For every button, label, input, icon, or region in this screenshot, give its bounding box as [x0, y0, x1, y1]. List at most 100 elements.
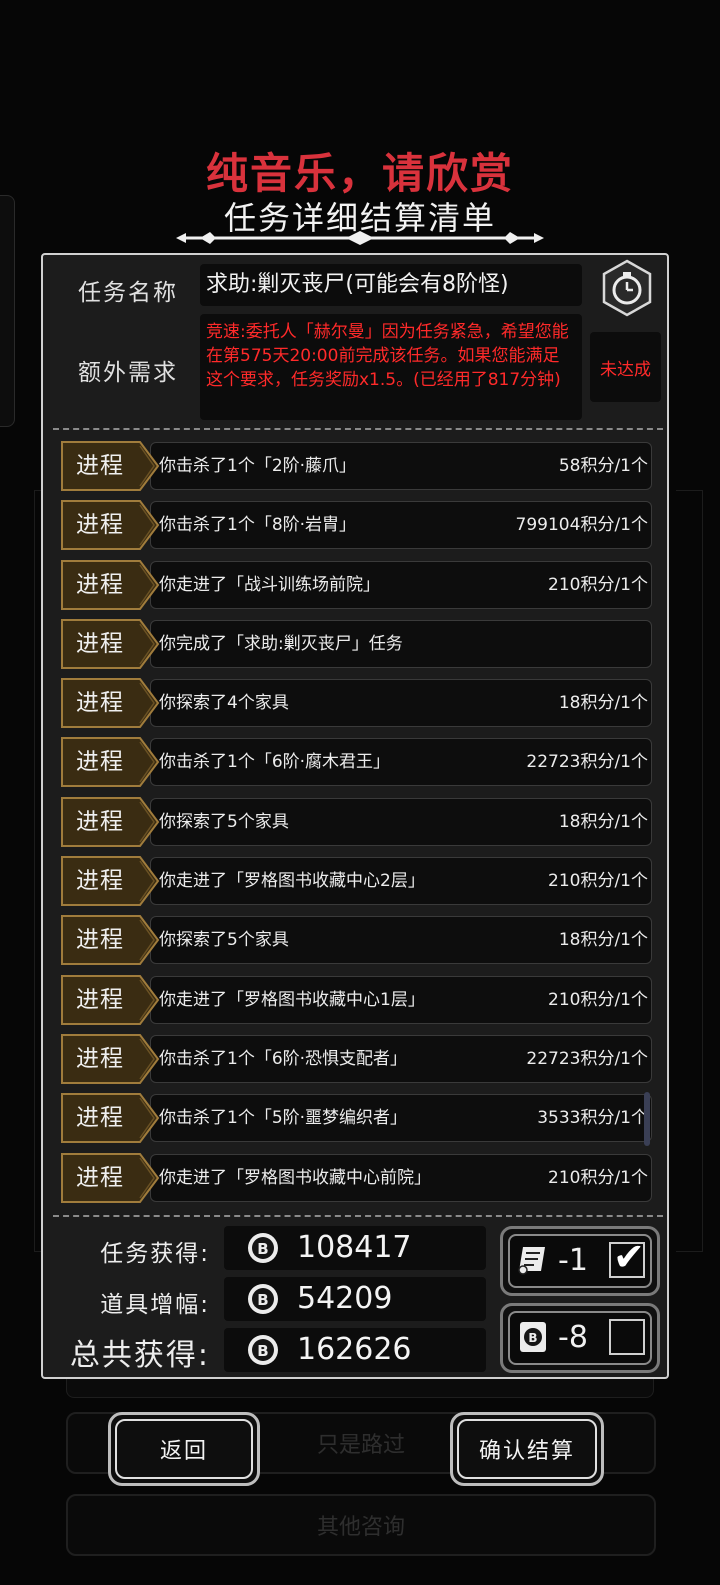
progress-score: 799104积分/1个 — [515, 515, 648, 536]
progress-tag: 进程 — [60, 559, 160, 611]
scroll-item-toggle[interactable]: -1 ✔ — [500, 1226, 660, 1296]
progress-tag: 进程 — [60, 1152, 160, 1204]
progress-text: 你击杀了1个「2阶·藤爪」 — [159, 456, 357, 476]
extra-requirement-text: 竞速:委托人「赫尔曼」因为任务紧急，希望您能在第575天20:00前完成该任务。… — [200, 314, 582, 420]
divider-bottom — [53, 1215, 663, 1217]
total-reward-value: 162626 — [297, 1332, 412, 1367]
progress-text: 你探索了5个家具 — [159, 930, 289, 951]
progress-tag-label: 进程 — [76, 868, 124, 895]
confirm-button-label: 确认结算 — [457, 1419, 597, 1479]
progress-tag-label: 进程 — [76, 927, 124, 954]
check-icon: ✔ — [613, 1235, 645, 1279]
progress-score: 58积分/1个 — [558, 456, 648, 476]
progress-tag-label: 进程 — [76, 630, 124, 657]
total-reward-box: B 162626 — [224, 1328, 486, 1372]
card-item-toggle[interactable]: B -8 — [500, 1303, 660, 1373]
total-reward-label: 总共获得: — [69, 1338, 210, 1373]
requirement-status: 未达成 — [590, 332, 661, 402]
progress-tag-label: 进程 — [76, 512, 124, 539]
scroll-icon — [518, 1247, 545, 1275]
progress-text: 你击杀了1个「6阶·腐木君王」 — [159, 752, 391, 773]
progress-score: 210积分/1个 — [548, 574, 648, 595]
progress-tag-label: 进程 — [76, 808, 124, 835]
progress-list[interactable]: 进程 你击杀了1个「2阶·藤爪」 58积分/1个 进程 你击杀了1个「8阶·岩胄」 799… — [54, 440, 652, 1206]
item-bonus-value: 54209 — [297, 1281, 393, 1316]
progress-score: 18积分/1个 — [558, 693, 648, 714]
progress-tag-label: 进程 — [76, 1164, 124, 1191]
progress-tag: 进程 — [60, 796, 160, 848]
progress-row: 进程 你走进了「罗格图书收藏中心前院」 210积分/1个 — [54, 1152, 652, 1204]
title-ornament — [176, 231, 544, 245]
list-scrollbar[interactable] — [644, 1092, 650, 1146]
back-button[interactable]: 返回 — [108, 1412, 260, 1486]
confirm-settlement-button[interactable]: 确认结算 — [450, 1412, 604, 1486]
svg-text:B: B — [528, 1331, 537, 1345]
progress-tag-label: 进程 — [76, 453, 124, 479]
progress-row: 进程 你走进了「罗格图书收藏中心2层」 210积分/1个 — [54, 855, 652, 907]
scroll-item-checkbox[interactable]: ✔ — [609, 1238, 645, 1278]
background-option-other: 其他咨询 — [66, 1494, 656, 1556]
stopwatch-icon — [602, 259, 652, 317]
svg-text:B: B — [257, 1240, 268, 1258]
task-reward-value: 108417 — [297, 1230, 412, 1265]
coin-b-icon: B — [248, 1284, 278, 1314]
progress-tag-label: 进程 — [76, 749, 124, 776]
progress-score: 18积分/1个 — [558, 811, 648, 832]
progress-tag: 进程 — [60, 1033, 160, 1085]
progress-text: 你探索了5个家具 — [159, 811, 289, 832]
progress-row: 进程 你击杀了1个「6阶·腐木君王」 22723积分/1个 — [54, 736, 652, 788]
progress-row: 进程 你击杀了1个「5阶·噩梦编织者」 3533积分/1个 — [54, 1092, 652, 1144]
progress-score: 210积分/1个 — [548, 871, 648, 892]
svg-text:B: B — [257, 1342, 268, 1360]
progress-score: 3533积分/1个 — [537, 1108, 648, 1129]
task-reward-label: 任务获得: — [100, 1241, 210, 1267]
card-item-checkbox[interactable] — [609, 1319, 645, 1355]
coin-b-icon: B — [248, 1335, 278, 1365]
progress-tag: 进程 — [60, 1092, 160, 1144]
progress-score: 22723积分/1个 — [526, 752, 648, 773]
progress-row: 进程 你走进了「战斗训练场前院」 210积分/1个 — [54, 559, 652, 611]
progress-tag: 进程 — [60, 499, 160, 551]
music-title: 纯音乐，请欣赏 — [205, 149, 514, 198]
quest-name-label: 任务名称 — [78, 280, 178, 306]
progress-row: 进程 你走进了「罗格图书收藏中心1层」 210积分/1个 — [54, 974, 652, 1026]
coin-card-icon: B — [520, 1322, 546, 1352]
progress-text: 你击杀了1个「8阶·岩胄」 — [159, 515, 357, 536]
progress-tag: 进程 — [60, 618, 160, 670]
progress-score: 22723积分/1个 — [526, 1048, 648, 1069]
progress-row: 进程 你击杀了1个「8阶·岩胄」 799104积分/1个 — [54, 499, 652, 551]
progress-tag-label: 进程 — [76, 690, 124, 717]
progress-score: 210积分/1个 — [548, 1167, 648, 1188]
progress-text: 你击杀了1个「5阶·噩梦编织者」 — [159, 1108, 408, 1129]
progress-text: 你走进了「罗格图书收藏中心1层」 — [159, 989, 425, 1010]
progress-row: 进程 你完成了「求助:剿灭丧尸」任务 — [54, 618, 652, 670]
progress-tag-label: 进程 — [76, 571, 124, 598]
progress-score: 210积分/1个 — [548, 989, 648, 1010]
progress-score: 18积分/1个 — [558, 930, 648, 951]
progress-text: 你走进了「罗格图书收藏中心2层」 — [159, 871, 425, 892]
background-option-label: 其他咨询 — [316, 1515, 405, 1540]
progress-tag-label: 进程 — [76, 1045, 124, 1072]
progress-text: 你走进了「战斗训练场前院」 — [159, 574, 380, 595]
progress-row: 进程 你击杀了1个「2阶·藤爪」 58积分/1个 — [54, 440, 652, 492]
item-bonus-label: 道具增幅: — [100, 1292, 210, 1318]
quest-name: 求助:剿灭丧尸(可能会有8阶怪) — [200, 264, 582, 306]
progress-tag: 进程 — [60, 855, 160, 907]
back-button-label: 返回 — [115, 1419, 253, 1479]
item-bonus-box: B 54209 — [224, 1277, 486, 1321]
progress-row: 进程 你探索了5个家具 18积分/1个 — [54, 796, 652, 848]
progress-text: 你探索了4个家具 — [159, 693, 289, 714]
progress-text: 你完成了「求助:剿灭丧尸」任务 — [159, 633, 403, 654]
progress-tag-label: 进程 — [76, 1105, 124, 1132]
progress-tag-label: 进程 — [76, 986, 124, 1013]
progress-tag: 进程 — [60, 974, 160, 1026]
scroll-item-value: -1 — [558, 1243, 588, 1278]
background-option-label: 只是路过 — [316, 1433, 405, 1458]
progress-tag: 进程 — [60, 440, 160, 492]
background-frame-right — [676, 490, 703, 1252]
coin-b-icon: B — [248, 1233, 278, 1263]
progress-tag: 进程 — [60, 677, 160, 729]
task-reward-box: B 108417 — [224, 1226, 486, 1270]
progress-tag: 进程 — [60, 914, 160, 966]
progress-tag: 进程 — [60, 736, 160, 788]
